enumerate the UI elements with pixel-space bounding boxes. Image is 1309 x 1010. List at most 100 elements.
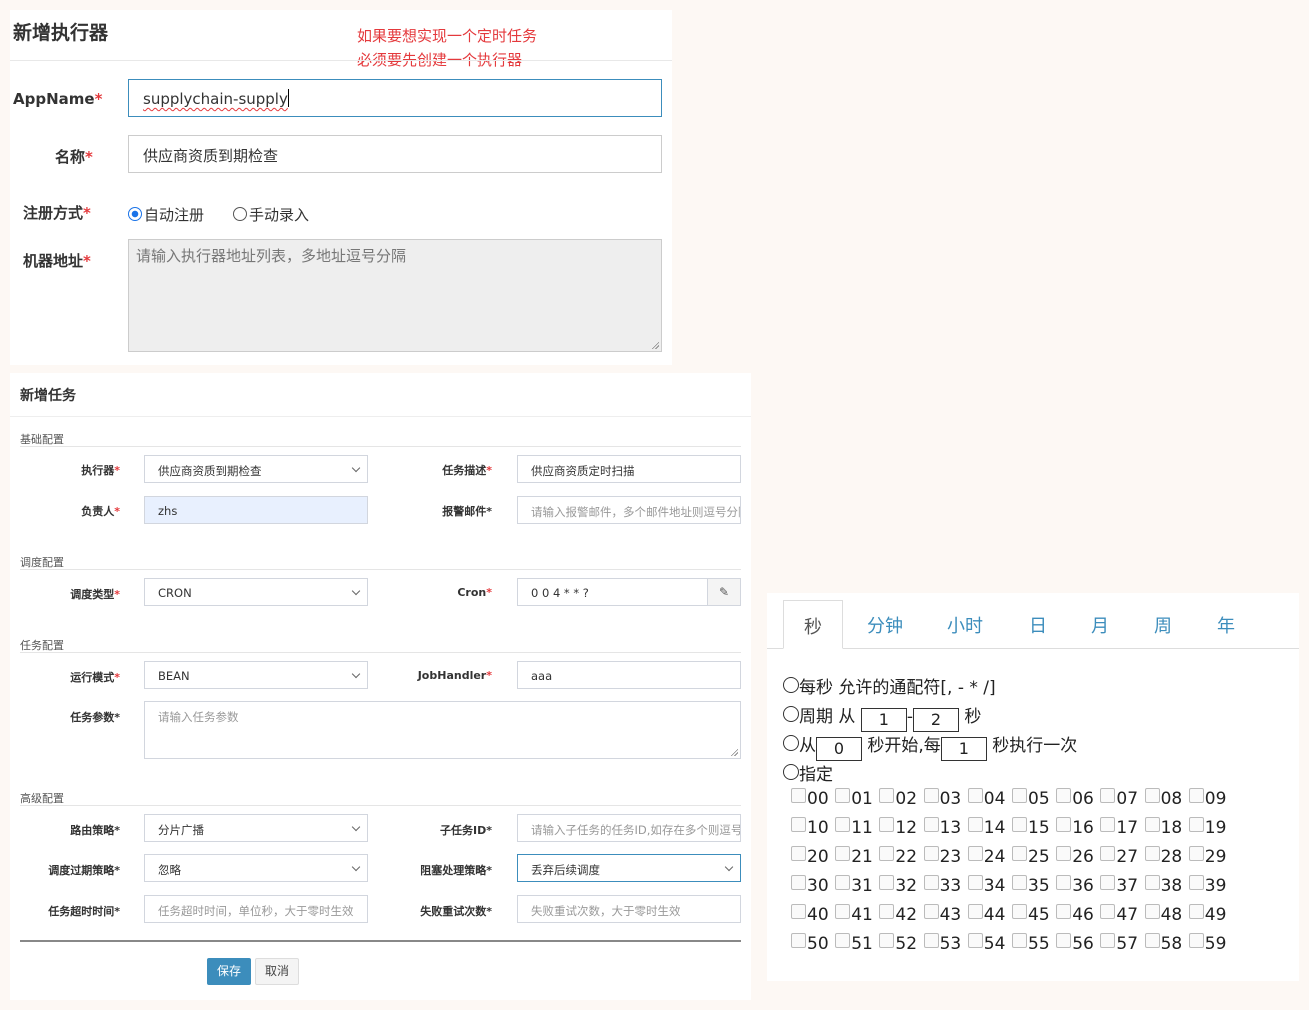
checkbox-icon[interactable] xyxy=(1056,788,1072,803)
second-checkbox-06[interactable]: 06 xyxy=(1056,788,1100,814)
checkbox-icon[interactable] xyxy=(879,846,895,861)
tab-minute[interactable]: 分钟 xyxy=(855,600,915,648)
second-checkbox-52[interactable]: 52 xyxy=(879,933,923,959)
checkbox-icon[interactable] xyxy=(1012,904,1027,919)
second-checkbox-13[interactable]: 13 xyxy=(923,817,968,843)
checkbox-icon[interactable] xyxy=(923,875,939,890)
second-checkbox-58[interactable]: 58 xyxy=(1144,933,1189,959)
checkbox-icon[interactable] xyxy=(967,904,983,919)
checkbox-icon[interactable] xyxy=(835,875,851,890)
checkbox-icon[interactable] xyxy=(879,933,895,948)
second-checkbox-16[interactable]: 16 xyxy=(1056,817,1100,843)
checkbox-icon[interactable] xyxy=(923,933,939,948)
second-checkbox-35[interactable]: 35 xyxy=(1012,875,1056,901)
checkbox-icon[interactable] xyxy=(835,846,851,861)
second-checkbox-28[interactable]: 28 xyxy=(1144,846,1189,872)
checkbox-icon[interactable] xyxy=(1056,933,1072,948)
second-checkbox-59[interactable]: 59 xyxy=(1188,933,1233,959)
second-checkbox-43[interactable]: 43 xyxy=(923,904,968,930)
second-checkbox-21[interactable]: 21 xyxy=(835,846,879,872)
checkbox-icon[interactable] xyxy=(1144,875,1160,890)
second-checkbox-53[interactable]: 53 xyxy=(923,933,968,959)
second-checkbox-07[interactable]: 07 xyxy=(1100,788,1144,814)
retry-input[interactable]: 失败重试次数，大于零时生效 xyxy=(517,895,741,923)
checkbox-icon[interactable] xyxy=(1100,817,1116,832)
option-every-second[interactable]: 每秒 允许的通配符[, - * /] xyxy=(783,673,996,698)
tab-week[interactable]: 周 xyxy=(1133,600,1193,648)
second-checkbox-04[interactable]: 04 xyxy=(967,788,1012,814)
register-option-manual[interactable]: 手动录入 xyxy=(233,204,309,225)
checkbox-icon[interactable] xyxy=(791,817,806,832)
checkbox-icon[interactable] xyxy=(923,817,939,832)
second-checkbox-25[interactable]: 25 xyxy=(1012,846,1056,872)
second-checkbox-11[interactable]: 11 xyxy=(835,817,879,843)
second-checkbox-45[interactable]: 45 xyxy=(1012,904,1056,930)
second-checkbox-00[interactable]: 00 xyxy=(791,788,835,814)
second-checkbox-56[interactable]: 56 xyxy=(1056,933,1100,959)
second-checkbox-02[interactable]: 02 xyxy=(879,788,923,814)
second-checkbox-46[interactable]: 46 xyxy=(1056,904,1100,930)
second-checkbox-32[interactable]: 32 xyxy=(879,875,923,901)
resize-grip-icon[interactable] xyxy=(730,748,738,756)
second-checkbox-54[interactable]: 54 xyxy=(967,933,1012,959)
second-checkbox-55[interactable]: 55 xyxy=(1012,933,1056,959)
tab-day[interactable]: 日 xyxy=(1008,600,1068,648)
second-checkbox-57[interactable]: 57 xyxy=(1100,933,1144,959)
second-checkbox-31[interactable]: 31 xyxy=(835,875,879,901)
second-checkbox-15[interactable]: 15 xyxy=(1012,817,1056,843)
second-checkbox-03[interactable]: 03 xyxy=(923,788,968,814)
appname-input[interactable]: supplychain-supply xyxy=(128,79,662,117)
checkbox-icon[interactable] xyxy=(967,846,983,861)
second-checkbox-22[interactable]: 22 xyxy=(879,846,923,872)
checkbox-icon[interactable] xyxy=(1100,875,1116,890)
checkbox-icon[interactable] xyxy=(791,904,806,919)
second-checkbox-37[interactable]: 37 xyxy=(1100,875,1144,901)
radio-unchecked-icon[interactable] xyxy=(783,677,799,693)
second-checkbox-41[interactable]: 41 xyxy=(835,904,879,930)
second-checkbox-33[interactable]: 33 xyxy=(923,875,968,901)
period-to-input[interactable]: 2 xyxy=(912,708,959,732)
checkbox-icon[interactable] xyxy=(1056,846,1072,861)
checkbox-icon[interactable] xyxy=(1012,846,1027,861)
second-checkbox-30[interactable]: 30 xyxy=(791,875,835,901)
edit-icon[interactable]: ✎ xyxy=(707,578,741,606)
second-checkbox-09[interactable]: 09 xyxy=(1188,788,1233,814)
checkbox-icon[interactable] xyxy=(835,904,851,919)
checkbox-icon[interactable] xyxy=(1100,846,1116,861)
second-checkbox-51[interactable]: 51 xyxy=(835,933,879,959)
second-checkbox-18[interactable]: 18 xyxy=(1144,817,1189,843)
checkbox-icon[interactable] xyxy=(1188,904,1204,919)
second-checkbox-34[interactable]: 34 xyxy=(967,875,1012,901)
second-checkbox-48[interactable]: 48 xyxy=(1144,904,1189,930)
address-textarea[interactable]: 请输入执行器地址列表，多地址逗号分隔 xyxy=(128,239,662,352)
radio-unchecked-icon[interactable] xyxy=(783,764,799,780)
second-checkbox-49[interactable]: 49 xyxy=(1188,904,1233,930)
second-checkbox-50[interactable]: 50 xyxy=(791,933,835,959)
checkbox-icon[interactable] xyxy=(967,933,983,948)
option-period[interactable]: 周期 从 1-2 秒 xyxy=(783,702,981,732)
block-select[interactable]: 丢弃后续调度 xyxy=(517,854,741,882)
cancel-button[interactable]: 取消 xyxy=(255,958,299,985)
checkbox-icon[interactable] xyxy=(967,817,983,832)
checkbox-icon[interactable] xyxy=(1188,817,1204,832)
second-checkbox-29[interactable]: 29 xyxy=(1188,846,1233,872)
checkbox-icon[interactable] xyxy=(1100,933,1116,948)
checkbox-icon[interactable] xyxy=(1012,875,1027,890)
second-checkbox-01[interactable]: 01 xyxy=(835,788,879,814)
second-checkbox-10[interactable]: 10 xyxy=(791,817,835,843)
period-from-input[interactable]: 1 xyxy=(860,708,907,732)
second-checkbox-27[interactable]: 27 xyxy=(1100,846,1144,872)
tab-month[interactable]: 月 xyxy=(1070,600,1130,648)
checkbox-icon[interactable] xyxy=(791,788,806,803)
checkbox-icon[interactable] xyxy=(879,817,895,832)
desc-input[interactable]: 供应商资质定时扫描 xyxy=(517,455,741,483)
checkbox-icon[interactable] xyxy=(923,846,939,861)
checkbox-icon[interactable] xyxy=(967,875,983,890)
save-button[interactable]: 保存 xyxy=(207,958,251,985)
tab-second[interactable]: 秒 xyxy=(783,600,843,649)
second-checkbox-42[interactable]: 42 xyxy=(879,904,923,930)
checkbox-icon[interactable] xyxy=(1056,817,1072,832)
second-checkbox-20[interactable]: 20 xyxy=(791,846,835,872)
checkbox-icon[interactable] xyxy=(791,875,806,890)
second-checkbox-08[interactable]: 08 xyxy=(1144,788,1189,814)
